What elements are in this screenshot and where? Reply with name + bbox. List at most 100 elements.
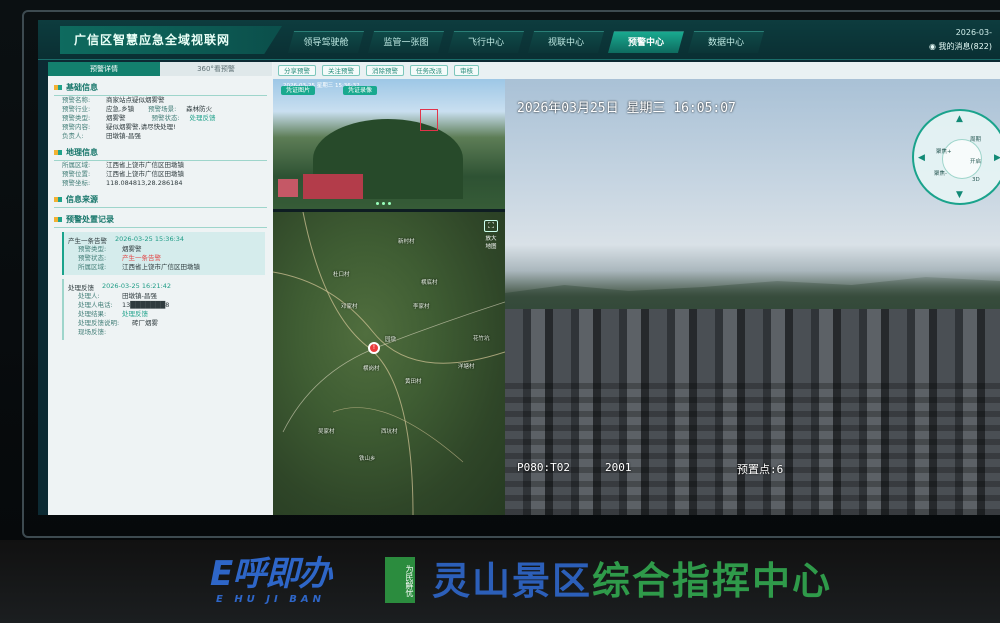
- record-name: 产生一条告警: [68, 237, 107, 245]
- feed-town-shade: [505, 379, 1000, 515]
- ptz-control[interactable]: ▲ ▼ ◀ ▶ 周期 聚焦+ 开启 聚焦- 3D: [912, 109, 1000, 205]
- evidence-video-button[interactable]: 凭证录像: [343, 86, 378, 95]
- status-value: 处理反馈: [189, 114, 216, 122]
- detail-tabs: 预警详情 360°看预警: [48, 62, 273, 76]
- label: 预警内容:: [62, 123, 91, 131]
- map-label: 铁山乡: [359, 456, 376, 462]
- ehujiban-logo: E呼即办 E HU JI BAN 为民解忧: [210, 554, 415, 612]
- feed-mountains: [505, 277, 1000, 309]
- clear-warning-button[interactable]: 消除预警: [366, 65, 404, 76]
- map-label: 新村村: [398, 239, 415, 245]
- record-item[interactable]: 产生一条告警 2026-03-25 15:36:34 预警类型: 烟雾警 预警状态:…: [62, 232, 265, 275]
- label: 所属区域:: [62, 161, 91, 169]
- expand-icon: ⛶: [484, 220, 498, 232]
- ptz-start-button[interactable]: 开启: [970, 157, 981, 165]
- label: 处理反馈说明:: [78, 319, 120, 327]
- section-basic-info: 基础信息: [54, 82, 267, 96]
- pan-down-icon[interactable]: ▼: [956, 190, 963, 200]
- ptz-focus-plus-button[interactable]: 聚焦+: [936, 147, 952, 155]
- record-item[interactable]: 处理反馈 2026-03-25 16:21:42 处理人: 田墩镇-昌强 处理人电话…: [62, 279, 265, 340]
- record-row: 现场反馈:: [78, 328, 265, 337]
- warning-detail-panel: 预警详情 360°看预警 基础信息 预警名称: 商家站点疑似烟雾警 预警行业: 应急…: [48, 62, 273, 515]
- pan-right-icon[interactable]: ▶: [994, 153, 1000, 163]
- command-center-title: 灵山景区综合指挥中心: [432, 558, 832, 604]
- pan-left-icon[interactable]: ◀: [918, 153, 925, 163]
- reassign-task-button[interactable]: 任务改派: [410, 65, 448, 76]
- nav-video-center[interactable]: 视联中心: [528, 31, 604, 53]
- ptz-cycle-button[interactable]: 周期: [970, 135, 981, 143]
- status-value: 处理反馈: [122, 310, 148, 318]
- evidence-image-button[interactable]: 凭证图片: [281, 86, 316, 95]
- record-name: 处理反馈: [68, 284, 94, 292]
- value: 商家站点疑似烟雾警: [106, 96, 165, 104]
- nav-data-center[interactable]: 数据中心: [688, 31, 764, 53]
- value: 田墩镇-昌强: [106, 132, 141, 140]
- value: 江西省上饶市广信区田墩镇: [106, 161, 184, 169]
- slogan-part-a: 灵山景区: [432, 559, 593, 603]
- record-row: 预警类型: 烟雾警: [78, 245, 265, 254]
- action-bar: 分享预警 关注预警 消除预警 任务改派 审核: [273, 62, 1000, 79]
- map-label: 西坑村: [381, 429, 398, 435]
- section-title: 基础信息: [66, 83, 98, 92]
- label: 所属区域:: [78, 263, 107, 271]
- section-title: 信息来源: [66, 195, 98, 204]
- label: 现场反馈:: [78, 328, 107, 336]
- nav-supervision-map[interactable]: 监管一张图: [368, 31, 444, 53]
- follow-warning-button[interactable]: 关注预警: [322, 65, 360, 76]
- header-status: 2026-03- ◉ 我的消息(822): [929, 26, 992, 54]
- nav-cockpit[interactable]: 领导驾驶舱: [288, 31, 364, 53]
- label: 处理人:: [78, 292, 100, 300]
- evidence-image[interactable]: [273, 79, 505, 209]
- image-roof: [303, 174, 363, 199]
- value: 疑似烟雾警,请尽快处理!: [106, 123, 176, 131]
- share-warning-button[interactable]: 分享预警: [278, 65, 316, 76]
- nav-flight-center[interactable]: 飞行中心: [448, 31, 524, 53]
- map-label: 吴家村: [318, 429, 335, 435]
- record-row: 处理反馈说明: 砖厂烟雾: [78, 319, 265, 328]
- messages-link[interactable]: ◉ 我的消息(822): [929, 40, 992, 54]
- camera-id: P080:T02: [517, 461, 570, 474]
- section-title: 预警处置记录: [66, 215, 114, 224]
- logo-stamp: 为民解忧: [385, 557, 415, 603]
- ptz-focus-minus-button[interactable]: 聚焦-: [934, 169, 947, 177]
- label: 预警类型:: [78, 245, 107, 253]
- camera-datetime: 2026年03月25日 星期三 16:05:07: [517, 101, 736, 116]
- zoom-map-button[interactable]: ⛶ 放大地图: [483, 220, 499, 250]
- label: 处理人电话:: [78, 301, 113, 309]
- map-label: 横岗村: [363, 366, 380, 372]
- label: 预警状态:: [151, 114, 180, 122]
- record-row: 处理人电话: 13███████8: [78, 301, 265, 310]
- value: 江西省上饶市广信区田墩镇: [122, 263, 200, 271]
- logo-main-text: E呼即办: [210, 554, 332, 594]
- smoke-detection-box: [420, 109, 438, 131]
- live-camera-feed[interactable]: 2026年03月25日 星期三 16:05:07 P080:T02 2001 预…: [505, 79, 1000, 515]
- row-coordinates: 预警坐标: 118.084813,28.286184: [62, 179, 273, 188]
- nav-warning-center[interactable]: 预警中心: [608, 31, 684, 53]
- row-content: 预警内容: 疑似烟雾警,请尽快处理!: [62, 123, 273, 132]
- map-label: 邓家村: [341, 304, 358, 310]
- row-location: 预警位置: 江西省上饶市广信区田墩镇: [62, 170, 273, 179]
- section-marker-icon: [54, 85, 62, 90]
- ptz-3d-button[interactable]: 3D: [972, 177, 980, 183]
- value: 砖厂烟雾: [132, 319, 158, 327]
- header-date: 2026-03-: [955, 28, 992, 37]
- row-owner: 负责人: 田墩镇-昌强: [62, 132, 273, 141]
- satellite-map[interactable]: 新村村 杜口村 横底村 邓家村 李家村 园墩 花竹坑 横岗村 洋塘村 黄田村 西…: [273, 212, 505, 515]
- carousel-dots[interactable]: [376, 202, 391, 205]
- map-label: 园墩: [385, 337, 397, 343]
- map-label: 杜口村: [333, 272, 350, 278]
- tab-360-view[interactable]: 360°看预警: [160, 62, 272, 76]
- value: 田墩镇-昌强: [122, 292, 157, 300]
- map-label: 洋塘村: [458, 364, 475, 370]
- value: 应急,乡镇: [106, 105, 135, 113]
- tab-warning-detail[interactable]: 预警详情: [48, 62, 160, 76]
- review-button[interactable]: 审核: [454, 65, 479, 76]
- label: 预警状态:: [78, 254, 107, 262]
- warning-location-pin-icon[interactable]: !: [368, 342, 380, 354]
- main-nav: 领导驾驶舱 监管一张图 飞行中心 视联中心 预警中心 数据中心: [288, 31, 764, 53]
- section-marker-icon: [54, 197, 62, 202]
- pan-up-icon[interactable]: ▲: [956, 114, 963, 124]
- value: 13███████8: [122, 301, 170, 309]
- label: 负责人:: [62, 132, 84, 140]
- row-type-state: 预警类型: 烟雾警 预警状态: 处理反馈: [62, 114, 273, 123]
